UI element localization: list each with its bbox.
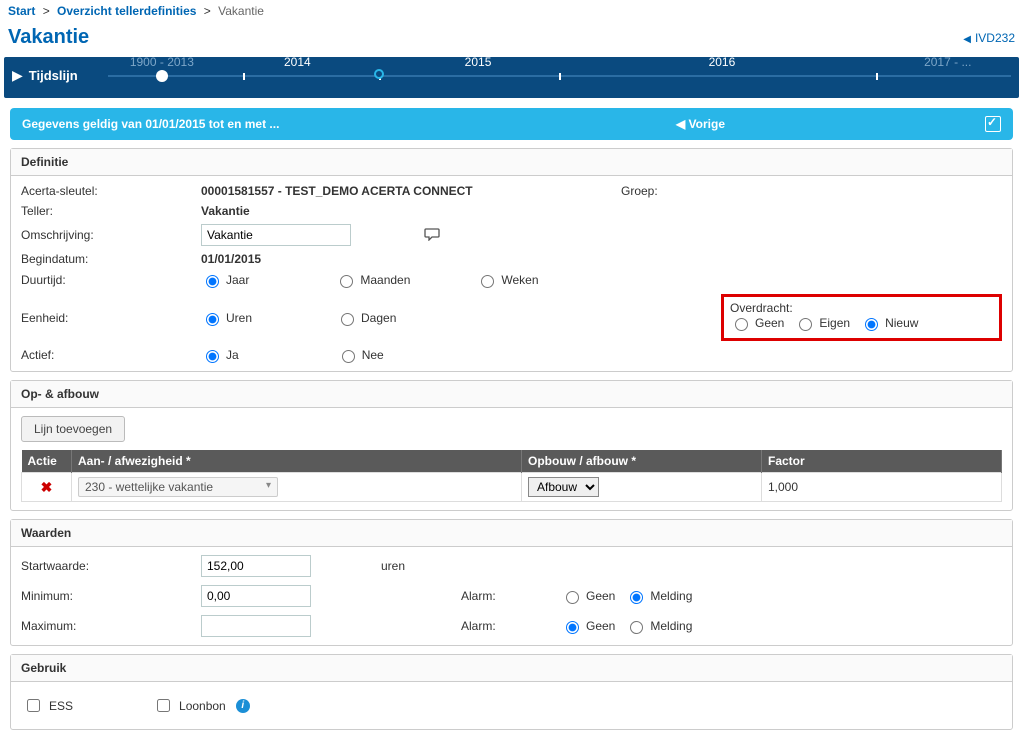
timeline-year-2[interactable]: 2015 [465,55,492,69]
radio-jaar[interactable] [206,275,219,288]
col-actie: Actie [22,450,72,473]
page-title: Vakantie [8,26,89,49]
timeline-track[interactable]: 1900 - 2013 2014 2015 2016 2017 - ... [108,75,1011,77]
dropdown-aanaf[interactable]: 230 - wettelijke vakantie [78,477,278,497]
section-opafbouw: Op- & afbouw Lijn toevoegen Actie Aan- /… [10,380,1013,511]
radio-overdracht: Geen Eigen Nieuw [730,315,918,331]
label-minimum: Minimum: [21,589,201,603]
timeline-ring[interactable] [374,69,384,79]
radio-duurtijd: Jaar Maanden Weken [201,272,621,288]
radio-overdracht-geen[interactable] [735,318,748,331]
timeline: ▶ Tijdslijn 1900 - 2013 2014 2015 2016 2… [4,57,1019,98]
col-opafb: Opbouw / afbouw * [522,450,762,473]
cell-factor: 1,000 [762,473,1002,502]
label-alarm-min: Alarm: [461,589,561,603]
section-header-opafbouw: Op- & afbouw [11,381,1012,408]
calendar-icon[interactable] [985,116,1001,132]
select-opafb[interactable]: Afbouw [528,477,599,497]
timeline-year-1[interactable]: 2014 [284,55,311,69]
label-uren: uren [381,559,461,573]
timeline-year-3[interactable]: 2016 [709,55,736,69]
label-actief: Actief: [21,348,201,362]
section-header-definitie: Definitie [11,149,1012,176]
timeline-year-0[interactable]: 1900 - 2013 [130,55,194,69]
label-overdracht: Overdracht: [730,301,793,315]
col-aanaf: Aan- / afwezigheid * [72,450,522,473]
table-row: ✖ 230 - wettelijke vakantie Afbouw 1,000 [22,473,1002,502]
value-begindatum: 01/01/2015 [201,252,621,266]
input-omschrijving[interactable] [201,224,351,246]
timeline-label: Tijdslijn [29,68,78,83]
radio-alarm-max-melding[interactable] [630,621,643,634]
chat-icon[interactable] [424,227,440,244]
label-alarm-max: Alarm: [461,619,561,633]
label-begindatum: Begindatum: [21,252,201,266]
radio-alarm-min-melding[interactable] [630,591,643,604]
validity-text: Gegevens geldig van 01/01/2015 tot en me… [22,117,676,131]
radio-alarm-max-geen[interactable] [566,621,579,634]
breadcrumb-overzicht[interactable]: Overzicht tellerdefinities [57,4,196,18]
checkbox-loonbon-wrap[interactable]: Loonbon i [153,696,250,715]
radio-eenheid: Uren Dagen [201,310,621,326]
radio-nee[interactable] [342,350,355,363]
section-gebruik: Gebruik ESS Loonbon i [10,654,1013,730]
radio-uren[interactable] [206,313,219,326]
radio-weken[interactable] [481,275,494,288]
radio-overdracht-eigen[interactable] [799,318,812,331]
checkbox-ess[interactable] [27,699,40,712]
radio-overdracht-nieuw[interactable] [865,318,878,331]
play-icon[interactable]: ▶ [12,67,23,84]
col-factor: Factor [762,450,1002,473]
delete-row-icon[interactable]: ✖ [41,479,53,495]
label-acerta-sleutel: Acerta-sleutel: [21,184,201,198]
label-teller: Teller: [21,204,201,218]
label-omschrijving: Omschrijving: [21,228,201,242]
radio-alarm-min-geen[interactable] [566,591,579,604]
section-header-gebruik: Gebruik [11,655,1012,682]
label-duurtijd: Duurtijd: [21,273,201,287]
info-icon[interactable]: i [236,699,250,713]
input-startwaarde[interactable] [201,555,311,577]
radio-actief: Ja Nee [201,347,621,363]
value-teller: Vakantie [201,204,621,218]
add-line-button[interactable]: Lijn toevoegen [21,416,125,442]
label-maximum: Maximum: [21,619,201,633]
label-eenheid: Eenheid: [21,311,201,325]
validity-bar: Gegevens geldig van 01/01/2015 tot en me… [10,108,1013,140]
vorige-link[interactable]: ◀ Vorige [676,117,725,131]
overdracht-highlight: Overdracht: Geen Eigen Nieuw [721,294,1002,341]
breadcrumb-start[interactable]: Start [8,4,35,18]
input-minimum[interactable] [201,585,311,607]
label-groep: Groep: [621,184,731,198]
code-link[interactable]: IVD232 [963,31,1015,45]
radio-alarm-min: Geen Melding [561,588,761,604]
radio-ja[interactable] [206,350,219,363]
section-header-waarden: Waarden [11,520,1012,547]
radio-dagen[interactable] [341,313,354,326]
input-maximum[interactable] [201,615,311,637]
checkbox-ess-wrap[interactable]: ESS [23,696,73,715]
timeline-year-4[interactable]: 2017 - ... [924,55,971,69]
section-waarden: Waarden Startwaarde: uren Minimum: Alarm… [10,519,1013,646]
label-startwaarde: Startwaarde: [21,559,201,573]
radio-alarm-max: Geen Melding [561,618,761,634]
opaf-table: Actie Aan- / afwezigheid * Opbouw / afbo… [21,450,1002,502]
value-acerta-sleutel: 00001581557 - TEST_DEMO ACERTA CONNECT [201,184,621,198]
breadcrumb: Start > Overzicht tellerdefinities > Vak… [0,0,1023,22]
timeline-dot[interactable] [156,70,168,82]
section-definitie: Definitie Acerta-sleutel: 00001581557 - … [10,148,1013,372]
checkbox-loonbon[interactable] [157,699,170,712]
breadcrumb-current: Vakantie [218,4,264,18]
radio-maanden[interactable] [340,275,353,288]
